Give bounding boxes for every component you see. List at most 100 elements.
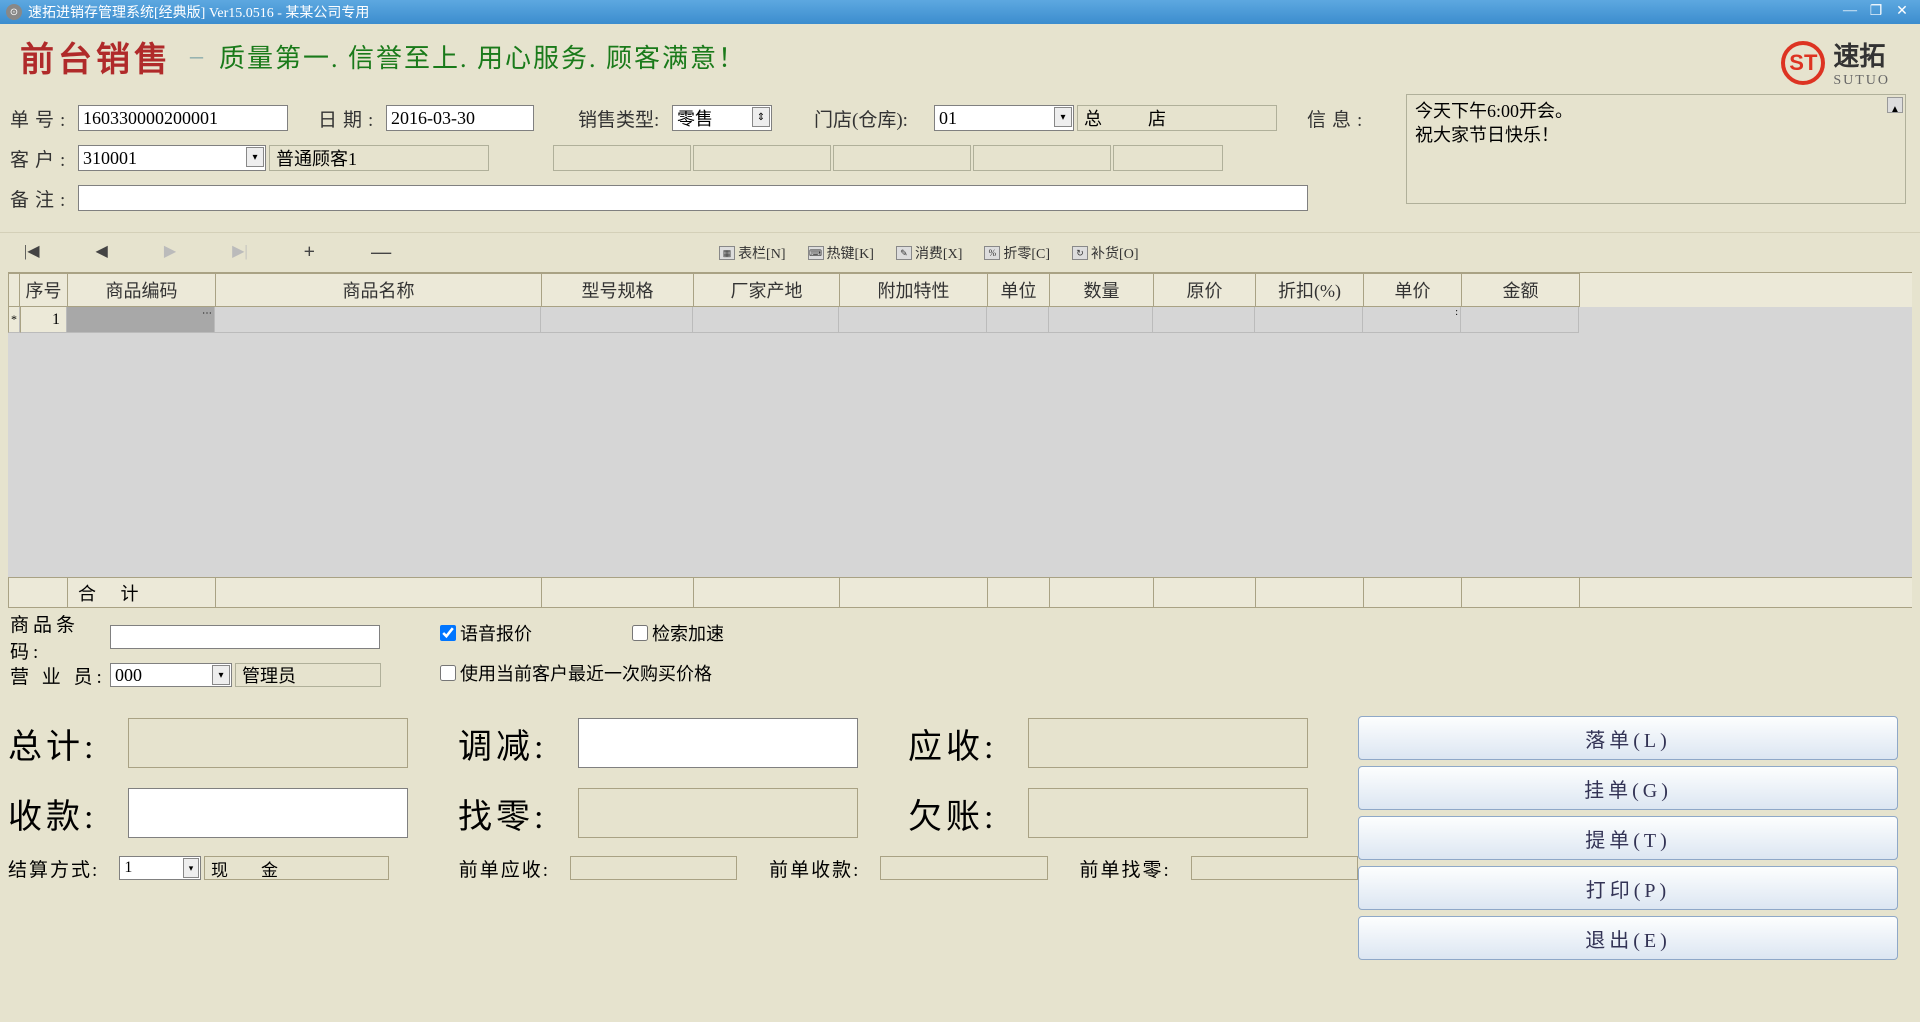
barcode-label: 商品条码:	[10, 610, 110, 664]
owe-box	[1028, 788, 1308, 838]
col-unit[interactable]: 单位	[988, 273, 1050, 307]
action-buttons: 落单(L) 挂单(G) 提单(T) 打印(P) 退出(E)	[1358, 708, 1898, 960]
nav-del-button[interactable]: —	[363, 239, 399, 266]
memo-label: 备注:	[10, 185, 78, 212]
print-button[interactable]: 打印(P)	[1358, 866, 1898, 910]
nav-add-button[interactable]: +	[296, 239, 323, 266]
blank-box-5	[1113, 145, 1223, 171]
nav-prev-button[interactable]: ◀	[88, 239, 116, 266]
col-price[interactable]: 原价	[1154, 273, 1256, 307]
receivable-label: 应收:	[908, 719, 1028, 768]
memo-input[interactable]	[78, 185, 1308, 211]
chevron-down-icon[interactable]: ▾	[212, 665, 230, 685]
blank-box-2	[693, 145, 831, 171]
window-title: 速拓进销存管理系统[经典版] Ver15.0516 - 某某公司专用	[28, 2, 1836, 22]
paytype-combo[interactable]: 1▾	[119, 856, 201, 880]
paid-input[interactable]	[128, 788, 408, 838]
restock-button[interactable]: ↻补货[O]	[1072, 243, 1138, 263]
cell-code[interactable]: ⋯	[67, 307, 215, 333]
blank-box-4	[973, 145, 1111, 171]
prev-paid-label: 前单收款:	[769, 855, 880, 882]
app-icon: ⊙	[6, 4, 22, 20]
form-area: 单号: 日期: 销售类型: ⇕ 门店(仓库): ▾ 总 店 信息: 客户: ▾ …	[0, 88, 1920, 224]
titlebar: ⊙ 速拓进销存管理系统[经典版] Ver15.0516 - 某某公司专用 — ❐…	[0, 0, 1920, 24]
discount-icon: %	[984, 246, 1000, 260]
store-name: 总 店	[1077, 105, 1277, 131]
nav-first-button[interactable]: |◀	[16, 239, 48, 266]
exit-button[interactable]: 退出(E)	[1358, 916, 1898, 960]
lower-panel: 商品条码: 营 业 员: ▾ 管理员 语音报价 检索加速 使用当前客户最近一次购…	[0, 608, 1920, 704]
store-label: 门店(仓库):	[814, 105, 934, 132]
total-box	[128, 718, 408, 768]
col-code[interactable]: 商品编码	[68, 273, 216, 307]
date-label: 日期:	[318, 105, 386, 132]
hold-button[interactable]: 挂单(G)	[1358, 766, 1898, 810]
order-input[interactable]	[78, 105, 288, 131]
recall-button[interactable]: 提单(T)	[1358, 816, 1898, 860]
logo-en: SUTUO	[1833, 73, 1890, 89]
col-attr[interactable]: 附加特性	[840, 273, 988, 307]
nav-last-button[interactable]: ▶|	[224, 239, 256, 266]
adjust-input[interactable]	[578, 718, 858, 768]
grid-header: 序号 商品编码 商品名称 型号规格 厂家产地 附加特性 单位 数量 原价 折扣(…	[8, 273, 1912, 307]
saletype-combo[interactable]: ⇕	[672, 105, 772, 131]
col-disc[interactable]: 折扣(%)	[1256, 273, 1364, 307]
minimize-button[interactable]: —	[1838, 3, 1862, 21]
hotkey-button[interactable]: ⌨热键[K]	[808, 243, 874, 263]
col-qty[interactable]: 数量	[1050, 273, 1154, 307]
voice-checkbox[interactable]: 语音报价	[440, 620, 532, 646]
row-marker: *	[8, 307, 20, 333]
clerk-label: 营 业 员:	[10, 662, 110, 689]
logo-icon: ST	[1781, 41, 1825, 85]
brand-logo: ST 速拓 SUTUO	[1781, 36, 1890, 89]
col-unitp[interactable]: 单价	[1364, 273, 1462, 307]
chevron-down-icon[interactable]: ▾	[1054, 107, 1072, 127]
items-grid: 序号 商品编码 商品名称 型号规格 厂家产地 附加特性 单位 数量 原价 折扣(…	[8, 272, 1912, 608]
blank-box-1	[553, 145, 691, 171]
col-amt[interactable]: 金额	[1462, 273, 1580, 307]
grid-toolbar: |◀ ◀ ▶ ▶| + — ▦表栏[N] ⌨热键[K] ✎消费[X] %折零[C…	[0, 232, 1920, 272]
table-row[interactable]: * 1 ⋯ :	[8, 307, 1912, 333]
chevron-down-icon[interactable]: ▾	[183, 858, 199, 878]
chevron-down-icon[interactable]: ▾	[246, 147, 264, 167]
submit-button[interactable]: 落单(L)	[1358, 716, 1898, 760]
keyboard-icon: ⌨	[808, 246, 824, 260]
col-name[interactable]: 商品名称	[216, 273, 542, 307]
close-button[interactable]: ✕	[1890, 3, 1914, 21]
grid-body[interactable]: * 1 ⋯ :	[8, 307, 1912, 577]
col-origin[interactable]: 厂家产地	[694, 273, 840, 307]
lookup-icon[interactable]: ⋯	[202, 308, 212, 319]
grid-icon: ▦	[719, 246, 735, 260]
cust-combo[interactable]: ▾	[78, 145, 266, 171]
change-label: 找零:	[458, 789, 578, 838]
barcode-input[interactable]	[110, 625, 380, 649]
col-spec[interactable]: 型号规格	[542, 273, 694, 307]
fast-checkbox[interactable]: 检索加速	[632, 620, 724, 646]
columns-button[interactable]: ▦表栏[N]	[719, 243, 785, 263]
brand-header: 前台销售 –质量第一. 信誉至上. 用心服务. 顾客满意！ ST 速拓 SUTU…	[0, 24, 1920, 88]
totals-panel: 总计: 调减: 应收: 收款: 找零: 欠账: 结算方式: 1▾ 现 金 前单应…	[0, 704, 1920, 960]
discount-button[interactable]: %折零[C]	[984, 243, 1050, 263]
info-label: 信息:	[1307, 105, 1375, 132]
prev-change-label: 前单找零:	[1079, 855, 1190, 882]
paytype-label: 结算方式:	[8, 855, 119, 882]
date-input[interactable]	[386, 105, 534, 131]
maximize-button[interactable]: ❐	[1864, 3, 1888, 21]
cell-name[interactable]	[215, 307, 541, 333]
scroll-up-icon[interactable]: ▲	[1887, 97, 1903, 113]
clerk-name: 管理员	[235, 663, 381, 687]
store-combo[interactable]: ▾	[934, 105, 1074, 131]
paid-label: 收款:	[8, 789, 128, 838]
chevron-updown-icon[interactable]: ⇕	[752, 107, 770, 127]
cust-label: 客户:	[10, 145, 78, 172]
blank-box-3	[833, 145, 971, 171]
lastprice-checkbox[interactable]: 使用当前客户最近一次购买价格	[440, 660, 724, 686]
consume-button[interactable]: ✎消费[X]	[896, 243, 962, 263]
cell-index: 1	[20, 307, 67, 333]
col-index[interactable]: 序号	[20, 273, 68, 307]
paytype-name: 现 金	[204, 856, 389, 880]
nav-next-button[interactable]: ▶	[156, 239, 184, 266]
footer-total-label: 合 计	[68, 578, 216, 607]
prev-recv-label: 前单应收:	[459, 855, 570, 882]
clerk-combo[interactable]: ▾	[110, 663, 232, 687]
